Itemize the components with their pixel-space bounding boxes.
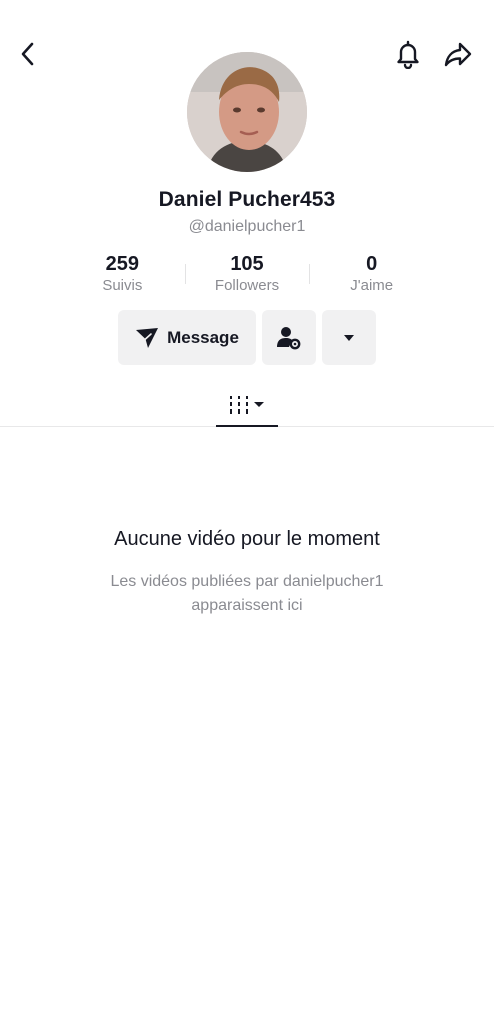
share-arrow-icon <box>444 42 472 67</box>
stat-label: Followers <box>214 277 280 294</box>
person-settings-icon <box>277 326 301 349</box>
more-options-button[interactable] <box>322 310 376 365</box>
display-name: Daniel Pucher453 <box>158 188 336 211</box>
empty-state-subtitle: Les vidéos publiées par danielpucher1 ap… <box>110 573 384 614</box>
profile-stats: 259 Suivis 105 Followers 0 J'aime <box>60 252 434 298</box>
stat-label: J'aime <box>350 277 394 294</box>
grid-icon <box>230 395 264 414</box>
stat-following[interactable]: 259 Suivis <box>60 252 185 298</box>
profile-actions: Message <box>0 310 494 365</box>
bell-icon <box>397 40 419 69</box>
caret-down-icon <box>344 334 354 341</box>
stat-value: 0 <box>366 253 378 275</box>
profile-avatar[interactable] <box>187 52 307 172</box>
stat-likes[interactable]: 0 J'aime <box>309 252 434 298</box>
message-button[interactable]: Message <box>118 310 256 365</box>
chevron-left-icon <box>21 42 34 66</box>
tab-videos[interactable] <box>216 382 278 427</box>
stat-value: 259 <box>105 253 140 275</box>
stat-followers[interactable]: 105 Followers <box>184 252 310 298</box>
send-icon <box>136 327 159 348</box>
stat-label: Suivis <box>102 277 143 294</box>
message-button-label: Message <box>167 327 239 347</box>
username-handle: @danielpucher1 <box>188 218 306 235</box>
share-button[interactable] <box>440 36 476 72</box>
notifications-button[interactable] <box>390 36 426 72</box>
friend-settings-button[interactable] <box>262 310 316 365</box>
stat-value: 105 <box>230 253 264 275</box>
content-tabs <box>0 382 494 427</box>
active-tab-indicator <box>216 425 278 427</box>
empty-state-title: Aucune vidéo pour le moment <box>114 528 380 550</box>
back-button[interactable] <box>10 36 46 72</box>
